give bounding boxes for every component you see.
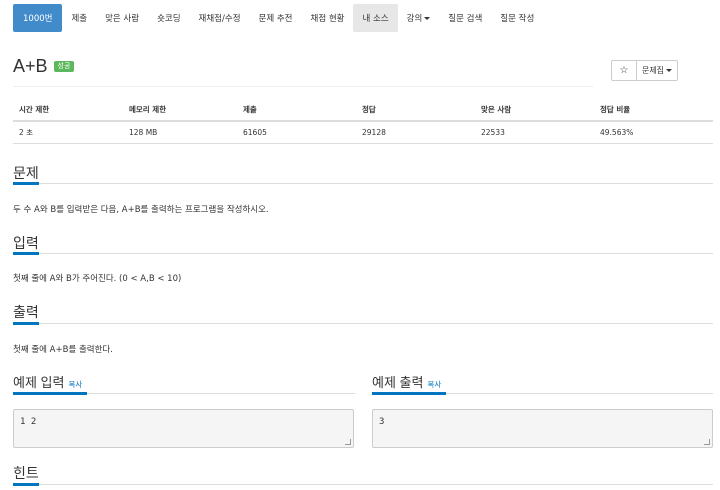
resize-grip-icon[interactable] xyxy=(345,439,351,445)
problem-set-button[interactable]: 문제집 xyxy=(636,60,678,81)
tab-status[interactable]: 채점 현황 xyxy=(302,4,354,32)
accepted-users-value: 22533 xyxy=(475,121,594,144)
tab-accepted-users[interactable]: 맞은 사람 xyxy=(96,4,148,32)
problem-set-label: 문제집 xyxy=(641,66,665,75)
hint-section-title: 힌트 xyxy=(13,465,39,481)
sample-output-label: 예제 출력 xyxy=(372,375,424,390)
header-accepted-users: 맞은 사람 xyxy=(475,99,594,122)
header-time-limit: 시간 제한 xyxy=(13,99,123,122)
tab-lecture-label: 강의 xyxy=(406,14,423,24)
tab-lecture[interactable]: 강의 xyxy=(398,4,440,32)
sample-output-box[interactable]: 3 xyxy=(372,409,713,448)
sample-input-label: 예제 입력 xyxy=(13,375,65,390)
problem-section-title: 문제 xyxy=(13,165,39,181)
caret-down-icon xyxy=(666,69,673,72)
sample-input-box[interactable]: 1 2 xyxy=(13,409,354,448)
sample-input-accent xyxy=(13,392,87,395)
tab-question-search[interactable]: 질문 검색 xyxy=(439,4,491,32)
header-submissions: 제출 xyxy=(237,99,356,122)
copy-sample-input-link[interactable]: 복사 xyxy=(68,379,82,390)
caret-down-icon xyxy=(424,16,431,20)
tab-my-source[interactable]: 내 소스 xyxy=(353,4,398,32)
problem-description: 두 수 A와 B를 입력받은 다음, A+B를 출력하는 프로그램을 작성하시오… xyxy=(13,205,269,215)
resize-grip-icon[interactable] xyxy=(704,439,710,445)
output-section-accent xyxy=(13,322,39,325)
star-icon: ☆ xyxy=(619,65,629,76)
input-section-accent xyxy=(13,252,39,255)
submissions-value: 61605 xyxy=(237,121,356,144)
sample-input-value: 1 2 xyxy=(20,417,37,427)
output-section-rule xyxy=(13,323,713,324)
memory-limit-value: 128 MB xyxy=(123,121,237,144)
problem-title: A+B xyxy=(13,56,48,76)
problem-nav: 1000번 제출 맞은 사람 숏코딩 재채점/수정 문제 추전 채점 현황 내 … xyxy=(13,4,543,32)
sample-output-accent xyxy=(372,392,446,395)
star-button[interactable]: ☆ xyxy=(611,60,637,81)
tab-recommend[interactable]: 문제 추전 xyxy=(250,4,302,32)
output-section-title: 출력 xyxy=(13,304,39,320)
problem-section-rule xyxy=(13,183,713,184)
header-memory-limit: 메모리 제한 xyxy=(123,99,237,122)
input-section-rule xyxy=(13,253,713,254)
tab-question-write[interactable]: 질문 작성 xyxy=(491,4,543,32)
accept-ratio-value: 49.563% xyxy=(594,121,713,144)
input-description: 첫째 줄에 A와 B가 주어진다. (0 < A,B < 10) xyxy=(13,274,182,284)
table-header-row: 시간 제한 메모리 제한 제출 정답 맞은 사람 정답 비율 xyxy=(13,99,713,122)
input-section-title: 입력 xyxy=(13,235,39,251)
accepted-value: 29128 xyxy=(356,121,475,144)
table-row: 2 초 128 MB 61605 29128 22533 49.563% xyxy=(13,121,713,144)
header-accepted: 정답 xyxy=(356,99,475,122)
sample-input-title: 예제 입력 복사 xyxy=(13,372,82,391)
status-badge: 성공 xyxy=(53,61,75,72)
copy-sample-output-link[interactable]: 복사 xyxy=(427,379,441,390)
tab-short-coding[interactable]: 숏코딩 xyxy=(148,4,189,32)
sample-output-title: 예제 출력 복사 xyxy=(372,372,441,391)
tab-rejudge[interactable]: 재채점/수정 xyxy=(190,4,250,32)
hint-section-rule xyxy=(13,484,713,485)
problem-actions: ☆ 문제집 xyxy=(611,60,678,81)
hint-section-accent xyxy=(13,483,39,486)
header-accept-ratio: 정답 비율 xyxy=(594,99,713,122)
problem-info-table: 시간 제한 메모리 제한 제출 정답 맞은 사람 정답 비율 2 초 128 M… xyxy=(13,99,713,144)
sample-output-value: 3 xyxy=(379,417,385,427)
title-divider xyxy=(13,86,593,87)
time-limit-value: 2 초 xyxy=(13,121,123,144)
tab-problem[interactable]: 1000번 xyxy=(13,4,63,32)
page-title: A+B 성공 xyxy=(13,56,75,77)
output-description: 첫째 줄에 A+B를 출력한다. xyxy=(13,345,113,355)
problem-section-accent xyxy=(13,182,39,185)
tab-submit[interactable]: 제출 xyxy=(62,4,96,32)
